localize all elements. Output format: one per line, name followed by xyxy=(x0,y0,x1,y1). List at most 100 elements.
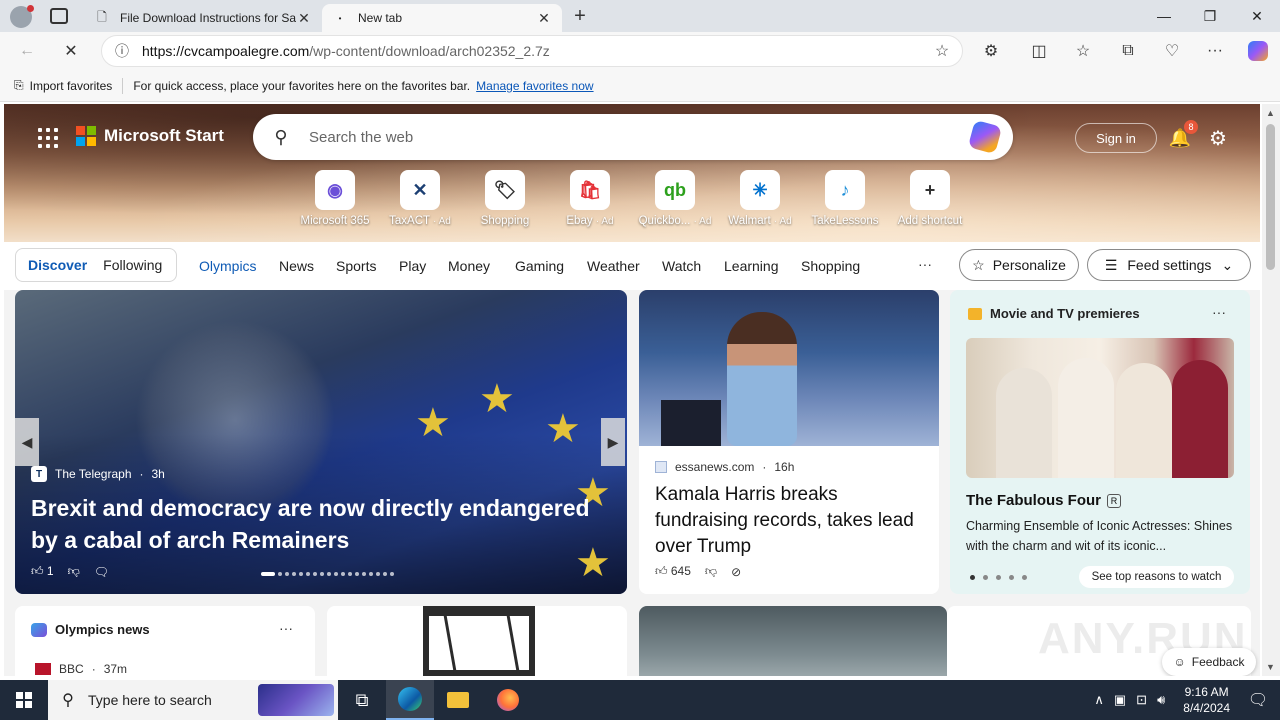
close-tab-icon[interactable]: ✕ xyxy=(296,10,312,27)
collections-icon[interactable]: ⧉ xyxy=(1113,36,1143,66)
favorite-star-icon[interactable]: ☆ xyxy=(922,41,962,61)
story-title[interactable]: Brexit and democracy are now directly en… xyxy=(31,492,611,556)
notifications-bell-icon[interactable]: 🔔 8 xyxy=(1166,120,1198,152)
see-reasons-button[interactable]: See top reasons to watch xyxy=(1079,566,1234,588)
nav-shopping[interactable]: Shopping xyxy=(801,258,860,274)
story-source[interactable]: T The Telegraph · 3h xyxy=(31,466,165,482)
movie-title[interactable]: The Fabulous Four R xyxy=(966,492,1121,509)
tab-discover[interactable]: Discover xyxy=(16,257,99,273)
shortcut-add-shortcut[interactable]: + Add shortcut xyxy=(887,170,973,227)
carousel-dot[interactable] xyxy=(355,572,359,576)
network-icon[interactable]: ⊡ xyxy=(1136,692,1147,708)
import-favorites-button[interactable]: ⎘ Import favorites xyxy=(14,78,112,93)
app-launcher-icon[interactable] xyxy=(38,128,58,148)
split-screen-icon[interactable]: ◫ xyxy=(1024,36,1054,66)
personalize-button[interactable]: ☆ Personalize xyxy=(959,249,1079,281)
nav-olympics[interactable]: Olympics xyxy=(199,258,257,274)
nav-play[interactable]: Play xyxy=(399,258,426,274)
comments-off-icon[interactable]: ⊘ xyxy=(731,565,741,579)
carousel-dot[interactable] xyxy=(285,572,289,576)
carousel-dot[interactable] xyxy=(376,572,380,576)
story-card-image[interactable] xyxy=(327,606,627,676)
favorites-icon[interactable]: ☆ xyxy=(1068,36,1098,66)
search-input[interactable]: Search the web xyxy=(309,129,957,146)
carousel-dot[interactable] xyxy=(261,572,275,576)
extensions-icon[interactable]: ⚙ xyxy=(976,36,1006,66)
olympics-news-card[interactable]: Olympics news ··· BBC · 37m xyxy=(15,606,315,676)
dislike-icon[interactable]: 👎︎ xyxy=(705,564,717,579)
manage-favorites-link[interactable]: Manage favorites now xyxy=(476,79,593,93)
close-window-button[interactable]: ✕ xyxy=(1234,0,1280,32)
carousel-dot[interactable] xyxy=(327,572,331,576)
news-item[interactable]: BBC · 37m xyxy=(35,662,127,676)
site-info-icon[interactable]: ⓘ xyxy=(102,41,142,61)
carousel-dot[interactable] xyxy=(334,572,338,576)
more-menu-icon[interactable]: ··· xyxy=(1200,36,1230,66)
back-button[interactable]: ← xyxy=(12,36,42,66)
page-scrollbar[interactable]: ▲ ▼ xyxy=(1262,104,1280,676)
device-icon[interactable]: ▣ xyxy=(1114,692,1126,708)
close-tab-icon[interactable]: ✕ xyxy=(536,10,552,27)
more-options-icon[interactable]: ··· xyxy=(1212,304,1226,320)
story-source[interactable]: essanews.com · 16h xyxy=(655,460,794,474)
story-title[interactable]: Kamala Harris breaks fundraising records… xyxy=(655,482,925,560)
top-story-carousel[interactable]: ★ ★ ★ ★ ★ ◀ ▶ T The Telegraph · 3h Brexi… xyxy=(15,290,627,594)
shortcut-walmart[interactable]: ✳ Walmart · Ad xyxy=(717,170,803,227)
carousel-dot[interactable] xyxy=(383,572,387,576)
feed-settings-button[interactable]: ☰ Feed settings ⌄ xyxy=(1087,249,1251,281)
carousel-prev-button[interactable]: ◀ xyxy=(15,418,39,466)
scroll-up-arrow-icon[interactable]: ▲ xyxy=(1266,108,1275,118)
stop-loading-button[interactable]: ✕ xyxy=(56,36,86,66)
like-button[interactable]: 👍︎ 645 xyxy=(655,564,691,579)
taskbar-search-input[interactable]: Type here to search xyxy=(88,692,212,708)
dislike-icon[interactable]: 👎︎ xyxy=(68,564,80,579)
file-explorer-icon[interactable] xyxy=(434,680,482,720)
carousel-dot[interactable] xyxy=(313,572,317,576)
clock[interactable]: 9:16 AM 8/4/2024 xyxy=(1183,684,1230,716)
copilot-search-icon[interactable] xyxy=(957,114,1013,160)
new-tab-button[interactable]: + xyxy=(568,5,592,27)
restore-button[interactable]: ❐ xyxy=(1187,0,1233,32)
web-search-box[interactable]: ⚲ Search the web xyxy=(253,114,1013,160)
nav-gaming[interactable]: Gaming xyxy=(515,258,564,274)
sign-in-button[interactable]: Sign in xyxy=(1075,123,1157,153)
tab-file-download[interactable]: 🗋 File Download Instructions for Sa ✕ xyxy=(84,4,322,32)
carousel-dot[interactable] xyxy=(320,572,324,576)
carousel-next-button[interactable]: ▶ xyxy=(601,418,625,466)
carousel-dot[interactable] xyxy=(292,572,296,576)
shortcut-taxact[interactable]: ✕ TaxACT · Ad xyxy=(377,170,463,227)
page-settings-gear-icon[interactable]: ⚙ xyxy=(1204,124,1232,152)
nav-money[interactable]: Money xyxy=(448,258,490,274)
scroll-down-arrow-icon[interactable]: ▼ xyxy=(1266,662,1275,672)
taskbar-search[interactable]: ⚲ Type here to search xyxy=(48,680,338,720)
nav-news[interactable]: News xyxy=(279,258,314,274)
nav-weather[interactable]: Weather xyxy=(587,258,640,274)
tab-following[interactable]: Following xyxy=(99,257,166,273)
more-options-icon[interactable]: ··· xyxy=(279,620,293,636)
volume-icon[interactable]: 🔊︎ xyxy=(1157,692,1165,708)
carousel-dot[interactable] xyxy=(390,572,394,576)
tab-actions-icon[interactable] xyxy=(50,8,68,24)
shortcut-shopping[interactable]: 🏷 Shopping xyxy=(462,170,548,227)
address-bar[interactable]: ⓘ https://cvcampoalegre.com/wp-content/d… xyxy=(101,35,963,67)
profile-icon[interactable] xyxy=(10,5,34,28)
tab-new-tab[interactable]: • New tab ✕ xyxy=(322,4,562,32)
movie-premieres-card[interactable]: Movie and TV premieres ··· The Fabulous … xyxy=(950,290,1250,594)
carousel-dot[interactable] xyxy=(278,572,282,576)
carousel-dot[interactable] xyxy=(348,572,352,576)
nav-sports[interactable]: Sports xyxy=(336,258,376,274)
scroll-thumb[interactable] xyxy=(1266,124,1275,270)
brand-logo[interactable]: Microsoft Start xyxy=(76,126,224,146)
minimize-button[interactable]: — xyxy=(1141,0,1187,32)
firefox-icon[interactable] xyxy=(484,680,532,720)
carousel-dot[interactable] xyxy=(369,572,373,576)
carousel-dot[interactable] xyxy=(299,572,303,576)
nav-watch[interactable]: Watch xyxy=(662,258,701,274)
task-view-icon[interactable]: ⧉ xyxy=(338,680,386,720)
feedback-button[interactable]: ☺ Feedback xyxy=(1162,648,1256,676)
story-card-image[interactable] xyxy=(639,606,947,676)
shortcut-quickbo[interactable]: qb Quickbo... · Ad xyxy=(632,170,718,227)
story-card[interactable]: essanews.com · 16h Kamala Harris breaks … xyxy=(639,290,939,594)
start-button[interactable] xyxy=(0,680,48,720)
edge-taskbar-icon[interactable] xyxy=(386,680,434,720)
